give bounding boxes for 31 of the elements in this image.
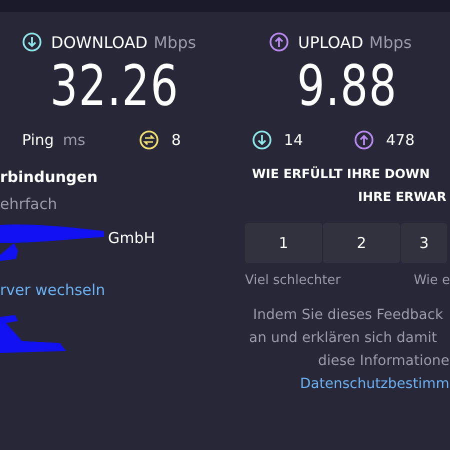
privacy-notice: diese Informatione — [317, 352, 450, 371]
connections-title: rbindungen — [0, 168, 99, 186]
download-icon — [252, 130, 272, 150]
unit-label: Mbps — [154, 32, 196, 52]
ping-icon — [139, 130, 160, 150]
rating-button[interactable]: 3 — [401, 223, 447, 263]
upload-label: UPLOAD — [298, 32, 364, 52]
download-label: DOWNLOAD — [51, 32, 148, 52]
unit-label: ms — [62, 131, 86, 149]
ping-value: 478 — [386, 131, 415, 149]
upload-icon — [354, 130, 374, 150]
feedback-question: IHRE ERWAR — [357, 188, 446, 206]
feedback-question: WIE ERFÜLLT IHRE DOWN — [251, 165, 430, 183]
download-icon — [22, 32, 42, 52]
ping-value: 8 — [171, 131, 181, 149]
download-speed: 32.26 — [50, 56, 179, 118]
scale-low-label: Viel schlechter — [245, 273, 341, 288]
change-server-link[interactable]: rver wechseln — [0, 281, 230, 299]
scale-mid-label: Wie e — [414, 273, 450, 288]
ping-label: Ping — [22, 131, 54, 149]
unit-label: Mbps — [369, 32, 412, 52]
privacy-notice: an und erklären sich damit — [248, 329, 438, 348]
privacy-link[interactable]: Datenschutzbestimm — [230, 373, 450, 396]
connections-value: ehrfach — [0, 195, 58, 213]
upload-speed: 9.88 — [297, 56, 398, 118]
privacy-notice: Indem Sie dieses Feedback — [252, 306, 444, 325]
rating-button[interactable]: 1 — [245, 223, 322, 263]
ping-value: 14 — [284, 131, 303, 149]
upload-icon — [269, 32, 289, 52]
provider-name: GmbH — [108, 229, 156, 247]
rating-button[interactable]: 2 — [323, 223, 400, 263]
